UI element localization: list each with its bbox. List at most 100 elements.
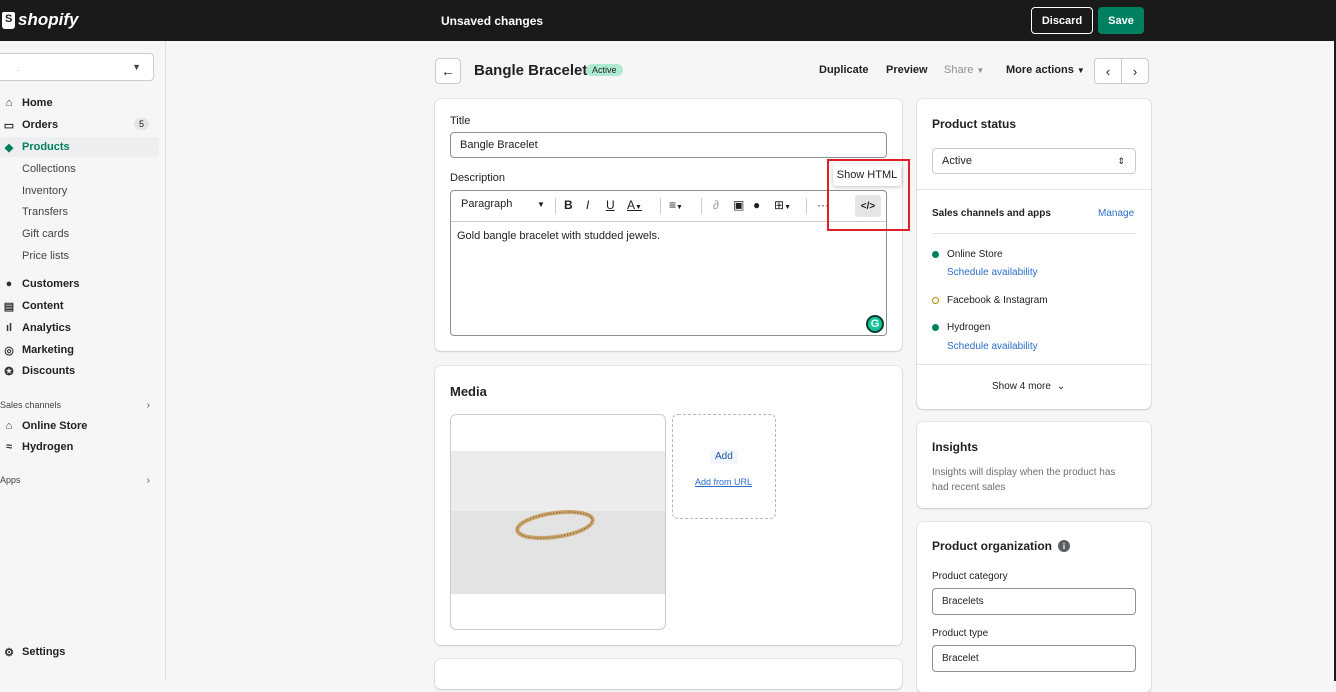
title-input[interactable]: Bangle Bracelet	[450, 132, 887, 158]
sales-channels-section[interactable]: Sales channels ›	[0, 400, 150, 411]
unpublished-dot-icon	[932, 297, 939, 304]
sidebar: . ▼ ⌂ Home ▭ Orders 5 ◆ Products Collections…	[0, 41, 166, 681]
link-icon[interactable]: ∂	[713, 198, 719, 212]
sidebar-item-settings[interactable]: ⚙ Settings	[0, 642, 159, 662]
align-icon[interactable]: ≡▼	[669, 198, 683, 212]
sidebar-subitem-collections[interactable]: Collections	[22, 160, 76, 178]
sidebar-subitem-transfers[interactable]: Transfers	[22, 203, 68, 221]
table-icon[interactable]: ⊞▼	[774, 198, 791, 212]
shopify-bag-icon	[2, 11, 15, 29]
preview-button[interactable]: Preview	[886, 64, 928, 76]
category-input[interactable]: Bracelets	[932, 588, 1136, 615]
info-icon[interactable]: i	[1058, 540, 1070, 552]
insights-title: Insights	[932, 440, 979, 454]
paragraph-select[interactable]: Paragraph	[461, 198, 512, 210]
apps-section[interactable]: Apps ›	[0, 475, 150, 486]
show-more-button[interactable]: Show 4 more ⌄	[992, 381, 1065, 392]
description-text[interactable]: Gold bangle bracelet with studded jewels…	[457, 230, 660, 242]
channel-facebook-instagram: Facebook & Instagram	[932, 295, 1048, 306]
chevron-down-icon: ▼	[976, 66, 985, 75]
media-title: Media	[450, 384, 487, 399]
image-icon[interactable]: ▣	[733, 198, 744, 212]
sidebar-item-customers[interactable]: ● Customers	[0, 274, 159, 294]
more-actions-button[interactable]: More actions ▼	[1006, 64, 1085, 76]
store-selector[interactable]: . ▼	[0, 53, 154, 81]
sidebar-item-analytics[interactable]: ıl Analytics	[0, 318, 159, 338]
sidebar-item-orders[interactable]: ▭ Orders 5	[0, 115, 159, 135]
select-arrows-icon: ⇕	[1117, 155, 1125, 166]
page-title: Bangle Bracelet	[474, 62, 588, 79]
italic-icon[interactable]: I	[586, 198, 589, 212]
back-button[interactable]: ←	[435, 58, 461, 84]
discount-icon: ✪	[4, 365, 14, 378]
orders-icon: ▭	[3, 119, 15, 132]
chevron-down-icon: ▼	[132, 62, 141, 72]
product-image[interactable]	[450, 414, 666, 630]
orders-count-badge: 5	[133, 118, 149, 130]
person-icon: ●	[5, 278, 13, 290]
top-bar: shopify Unsaved changes Discard Save	[0, 0, 1336, 41]
sidebar-item-hydrogen[interactable]: ≈ Hydrogen	[0, 437, 159, 457]
tag-icon: ◆	[4, 141, 14, 154]
chevron-down-icon: ⌄	[1056, 381, 1066, 392]
channel-hydrogen: Hydrogen	[932, 322, 990, 333]
product-organization-title: Product organization i	[932, 539, 1070, 553]
add-from-url-link[interactable]: Add from URL	[695, 477, 752, 487]
sidebar-item-products[interactable]: ◆ Products	[0, 137, 159, 157]
chevron-right-icon: ›	[146, 475, 150, 486]
save-button[interactable]: Save	[1098, 7, 1144, 34]
chevron-down-icon: ▼	[537, 200, 545, 209]
bold-icon[interactable]: B	[564, 198, 573, 212]
highlight-box	[827, 159, 910, 231]
underline-icon[interactable]: U	[606, 198, 615, 212]
published-dot-icon	[932, 324, 939, 331]
manage-link[interactable]: Manage	[1098, 208, 1134, 219]
type-label: Product type	[932, 628, 989, 639]
variants-card	[435, 659, 902, 689]
hydrogen-icon: ≈	[5, 441, 13, 453]
schedule-availability-link[interactable]: Schedule availability	[947, 341, 1038, 352]
next-product-button[interactable]: ›	[1121, 58, 1149, 84]
sidebar-subitem-price-lists[interactable]: Price lists	[22, 247, 69, 265]
status-badge: Active	[586, 64, 623, 76]
sidebar-item-discounts[interactable]: ✪ Discounts	[0, 361, 159, 381]
sidebar-subitem-gift-cards[interactable]: Gift cards	[22, 225, 69, 243]
channel-online-store: Online Store	[932, 249, 1003, 260]
chevron-right-icon: ›	[146, 400, 150, 411]
chevron-left-icon: ‹	[1105, 63, 1111, 79]
marketing-icon: ◎	[4, 344, 14, 357]
sidebar-item-online-store[interactable]: ⌂ Online Store	[0, 416, 159, 436]
unsaved-changes-label: Unsaved changes	[441, 14, 544, 28]
sidebar-item-home[interactable]: ⌂ Home	[0, 93, 159, 113]
sales-channels-title: Sales channels and apps	[932, 208, 1051, 219]
sidebar-item-content[interactable]: ▤ Content	[0, 296, 159, 316]
discard-button[interactable]: Discard	[1031, 7, 1093, 34]
media-dropzone[interactable]: Add Add from URL	[672, 414, 776, 519]
chevron-right-icon: ›	[1132, 63, 1138, 79]
insights-text: Insights will display when the product h…	[932, 467, 1116, 493]
store-icon: ⌂	[5, 420, 13, 432]
add-media-button[interactable]: Add	[710, 449, 738, 464]
schedule-availability-link[interactable]: Schedule availability	[947, 267, 1038, 278]
analytics-icon: ıl	[5, 322, 13, 334]
content-icon: ▤	[3, 300, 15, 313]
bracelet-image	[451, 451, 665, 594]
previous-product-button[interactable]: ‹	[1094, 58, 1122, 84]
published-dot-icon	[932, 251, 939, 258]
type-input[interactable]: Bracelet	[932, 645, 1136, 672]
shopify-logo[interactable]: shopify	[2, 10, 78, 30]
title-label: Title	[450, 115, 471, 127]
chevron-down-icon: ▼	[1076, 66, 1085, 75]
home-icon: ⌂	[5, 97, 13, 109]
text-color-icon[interactable]: A▼	[627, 198, 642, 212]
status-select[interactable]: Active ⇕	[932, 148, 1136, 174]
grammarly-icon[interactable]: G	[866, 315, 884, 333]
gear-icon: ⚙	[4, 646, 14, 659]
sidebar-item-marketing[interactable]: ◎ Marketing	[0, 340, 159, 360]
duplicate-button[interactable]: Duplicate	[819, 64, 869, 76]
sidebar-subitem-inventory[interactable]: Inventory	[22, 182, 67, 200]
share-button[interactable]: Share ▼	[944, 64, 984, 76]
video-icon[interactable]: ●	[753, 198, 760, 212]
product-status-title: Product status	[932, 117, 1017, 131]
description-label: Description	[450, 172, 506, 184]
